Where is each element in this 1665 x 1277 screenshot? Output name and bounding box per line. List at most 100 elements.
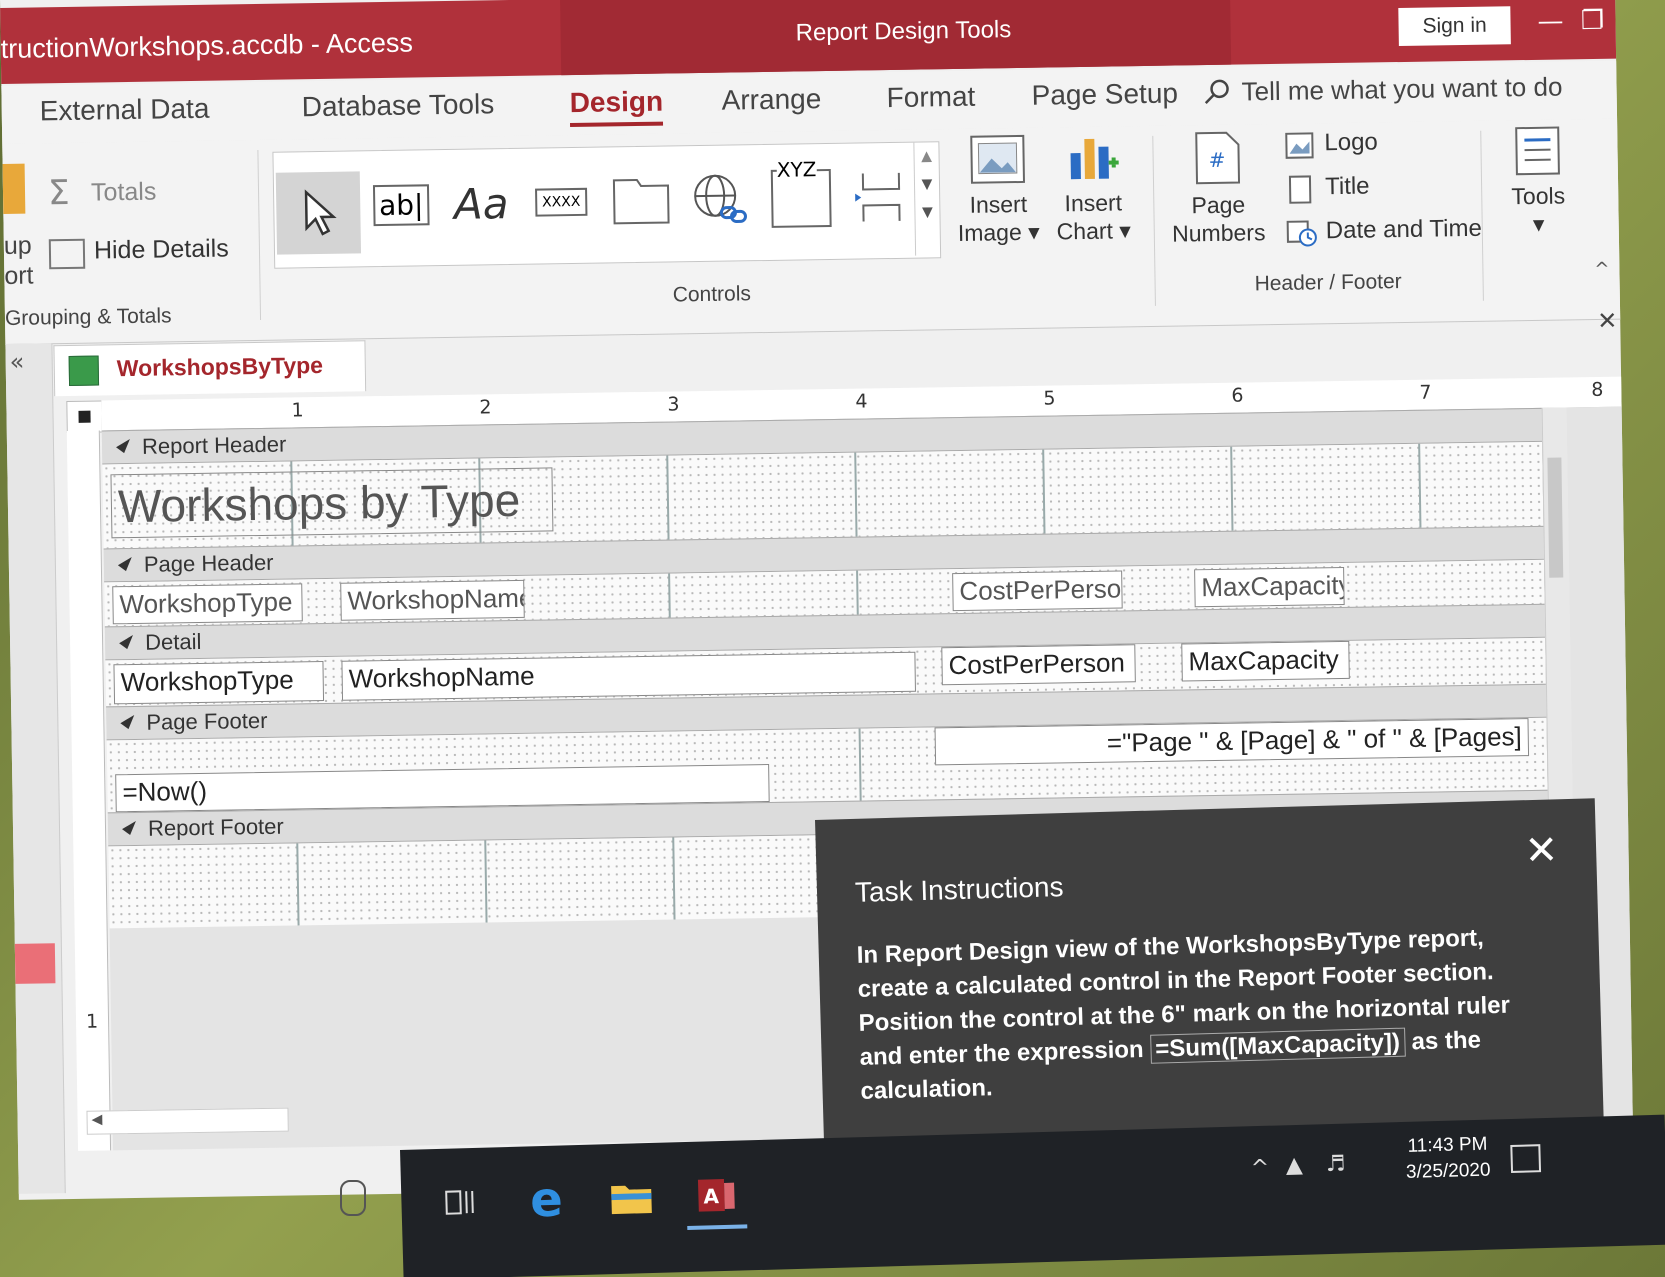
option-group-icon[interactable]: XYZ (766, 157, 837, 239)
logo-button[interactable]: Logo (1324, 128, 1378, 157)
detail-workshop-type-textbox[interactable]: WorkshopType (113, 661, 325, 705)
select-pointer-icon[interactable] (275, 171, 362, 255)
section-marker-icon (119, 634, 133, 650)
network-icon[interactable]: ▲ (1285, 1153, 1303, 1178)
clock-time: 11:43 PM (1407, 1133, 1488, 1157)
tab-page-setup[interactable]: Page Setup (1031, 78, 1178, 112)
grid-line (666, 455, 670, 540)
detail-workshop-name-textbox[interactable]: WorkshopName (341, 651, 916, 701)
ph-cost-per-person-label[interactable]: CostPerPerson (952, 570, 1123, 612)
text-box-glyph: ab| (372, 183, 430, 226)
insert-image-line2: Image (957, 218, 1022, 246)
page-numbers-line1: Page (1191, 191, 1246, 219)
chart-icon (1070, 138, 1119, 180)
page-number-expression-textbox[interactable]: ="Page " & [Page] & " of " & [Pages] (934, 718, 1530, 766)
volume-icon[interactable]: ♬ (1325, 1152, 1345, 1178)
page-numbers-button[interactable]: # Page Numbers (1162, 130, 1274, 248)
hyperlink-icon[interactable] (686, 159, 757, 240)
tray-chevron-icon[interactable]: ^ (1251, 1156, 1270, 1182)
button-control[interactable]: XXXX (526, 162, 597, 243)
ruler-mark: 5 (1043, 387, 1056, 410)
horizontal-scrollbar[interactable]: ◀ (86, 1107, 289, 1135)
close-document-icon[interactable]: ✕ (1597, 307, 1618, 335)
document-tab[interactable]: WorkshopsByType (53, 340, 367, 397)
ph-workshop-type-label[interactable]: WorkshopType (112, 583, 303, 625)
grid-line (854, 452, 858, 537)
totals-button[interactable]: Totals (91, 178, 157, 208)
text-box-control[interactable]: ab| (366, 164, 437, 245)
svg-text:A: A (703, 1184, 720, 1208)
group-sort-icon[interactable] (2, 163, 26, 214)
insert-image-button[interactable]: Insert Image ▾ (942, 133, 1054, 247)
tab-format[interactable]: Format (886, 81, 975, 114)
ruler-mark: 2 (479, 396, 492, 419)
navigation-pane-collapsed[interactable]: « (5, 343, 66, 1194)
insert-chart-button[interactable]: Insert Chart ▾ (1042, 132, 1144, 246)
page-footer-label: Page Footer (146, 707, 268, 735)
gallery-scroll[interactable]: ▲ ▼ ▼ (913, 142, 941, 256)
tab-arrange[interactable]: Arrange (721, 83, 821, 117)
tab-external-data[interactable]: External Data (40, 93, 210, 128)
section-marker-icon (122, 820, 136, 836)
clock-date: 3/25/2020 (1405, 1159, 1491, 1183)
collapse-ribbon-icon[interactable]: ^ (1594, 259, 1609, 280)
property-sheet-icon (1515, 126, 1560, 176)
ruler-mark: 3 (667, 393, 680, 416)
title-button[interactable]: Title (1325, 173, 1370, 202)
grid-line (856, 570, 859, 615)
logo-icon (1284, 131, 1314, 163)
sign-in-button[interactable]: Sign in (1398, 6, 1511, 47)
report-title-label[interactable]: Workshops by Type (110, 467, 554, 539)
report-selector[interactable] (66, 400, 103, 434)
grouping-group-label: Grouping & Totals (4, 304, 172, 330)
tell-me-box[interactable]: Tell me what you want to do (1241, 71, 1562, 107)
controls-gallery: ab| Aa XXXX XYZ ▲ ▼ ▼ (272, 141, 942, 269)
ruler-mark: 1 (291, 399, 304, 422)
document-tab-name: WorkshopsByType (116, 351, 324, 382)
notifications-icon[interactable] (1510, 1144, 1542, 1173)
option-group-glyph: XYZ (776, 157, 817, 182)
button-glyph: XXXX (534, 187, 588, 217)
microphone-icon[interactable] (340, 1180, 366, 1216)
header-footer-group-label: Header / Footer (1254, 270, 1402, 296)
minimize-icon[interactable]: — (1530, 0, 1571, 44)
grid-line (672, 837, 676, 920)
insert-chart-line1: Insert (1064, 189, 1123, 217)
window-title: tructionWorkshops.accdb - Access (0, 27, 414, 64)
tools-label: Tools (1511, 182, 1566, 210)
edge-browser-icon[interactable]: e (516, 1169, 578, 1231)
ribbon: up ort Σ Totals Hide Details Grouping & … (2, 118, 1621, 345)
ph-workshop-name-label[interactable]: WorkshopName (340, 579, 525, 621)
date-time-button[interactable]: Date and Time (1326, 215, 1483, 245)
close-task-icon[interactable]: ✕ (1524, 827, 1559, 874)
section-marker-icon (117, 556, 132, 572)
section-marker-icon (116, 439, 130, 454)
search-icon[interactable] (1201, 77, 1232, 111)
chevron-left-icon[interactable]: « (9, 348, 24, 376)
title-icon (1288, 175, 1312, 204)
tab-database-tools[interactable]: Database Tools (301, 88, 494, 123)
tab-control-icon[interactable] (606, 160, 677, 241)
tab-design[interactable]: Design (569, 85, 664, 128)
restore-icon[interactable]: ❐ (1572, 0, 1613, 43)
ph-max-capacity-label[interactable]: MaxCapacity (1194, 566, 1345, 608)
report-header-label: Report Header (141, 431, 287, 459)
grid-line (1230, 446, 1234, 531)
grid-line (1418, 443, 1422, 528)
access-app-icon[interactable]: A (685, 1164, 748, 1231)
file-explorer-icon[interactable] (601, 1167, 663, 1229)
group-sort-label-top: up (3, 231, 32, 260)
detail-max-capacity-textbox[interactable]: MaxCapacity (1181, 640, 1350, 682)
page-break-icon[interactable] (846, 157, 917, 238)
controls-group-label: Controls (672, 282, 752, 307)
task-view-icon[interactable] (431, 1171, 493, 1233)
scroll-thumb[interactable] (1547, 457, 1564, 578)
group-separator (1480, 130, 1484, 301)
group-separator (1152, 135, 1156, 306)
ruler-mark: 7 (1419, 381, 1432, 404)
tools-button[interactable]: Tools ▾ (1492, 125, 1584, 238)
system-clock[interactable]: 11:43 PM 3/25/2020 (1405, 1132, 1491, 1186)
hide-details-button[interactable]: Hide Details (94, 234, 229, 265)
detail-cost-per-person-textbox[interactable]: CostPerPerson (941, 644, 1136, 686)
label-control[interactable]: Aa (446, 163, 517, 244)
